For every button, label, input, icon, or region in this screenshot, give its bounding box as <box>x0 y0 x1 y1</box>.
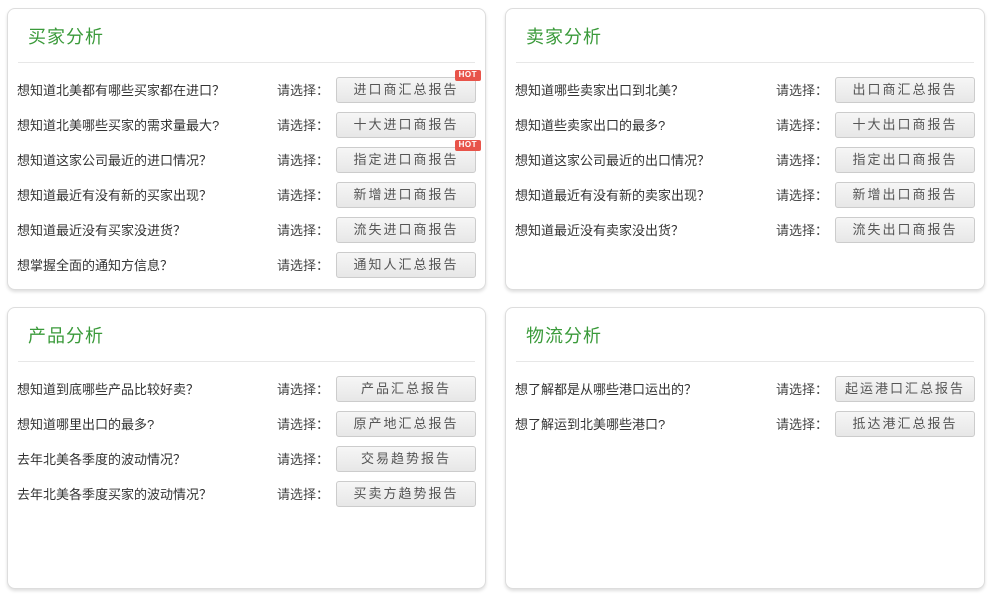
panel-title-product: 产品分析 <box>28 322 485 348</box>
please-select-label: 请选择： <box>776 150 828 169</box>
panel-seller: 卖家分析想知道哪些卖家出口到北美？请选择：出口商汇总报告想知道些卖家出口的最多?… <box>505 8 985 290</box>
hot-badge: HOT <box>455 70 481 81</box>
please-select-label: 请选择： <box>277 255 329 274</box>
report-row: 去年北美各季度买家的波动情况？请选择： 买卖方趋势报告 <box>17 476 476 511</box>
please-select-label: 请选择： <box>277 414 329 433</box>
question-text: 想知道哪里出口的最多? <box>17 414 277 433</box>
panel-divider <box>18 361 475 362</box>
report-row: 想了解都是从哪些港口运出的？请选择： 起运港口汇总报告 <box>515 371 975 406</box>
panel-logistics: 物流分析想了解都是从哪些港口运出的？请选择： 起运港口汇总报告想了解运到北美哪些港… <box>505 307 985 589</box>
report-button-buyer-1[interactable]: 十大进口商报告 <box>336 112 476 138</box>
please-select-label: 请选择： <box>277 80 329 99</box>
report-row: 想知道最近没有买家没进货？请选择： 流失进口商报告 <box>17 212 476 247</box>
report-button-seller-3[interactable]: 新增出口商报告 <box>835 182 975 208</box>
report-row: 想掌握全面的通知方信息？请选择： 通知人汇总报告 <box>17 247 476 282</box>
report-row: 想知道这家公司最近的出口情况？请选择： 指定出口商报告 <box>515 142 975 177</box>
report-button-product-3[interactable]: 买卖方趋势报告 <box>336 481 476 507</box>
report-row: 想知道最近有没有新的卖家出现？请选择： 新增出口商报告 <box>515 177 975 212</box>
report-button-seller-2[interactable]: 指定出口商报告 <box>835 147 975 173</box>
report-row-list: 想知道哪些卖家出口到北美？请选择：出口商汇总报告想知道些卖家出口的最多?请选择：… <box>515 72 975 247</box>
report-button-product-2[interactable]: 交易趋势报告 <box>336 446 476 472</box>
report-button-buyer-5[interactable]: 通知人汇总报告 <box>336 252 476 278</box>
question-text: 想了解都是从哪些港口运出的？ <box>515 379 776 398</box>
panel-product: 产品分析想知道到底哪些产品比较好卖？请选择：产品汇总报告想知道哪里出口的最多?请… <box>7 307 486 589</box>
panel-buyer: 买家分析想知道北美都有哪些买家都在进口？请选择：进口商汇总报告HOT想知道北美哪… <box>7 8 486 290</box>
report-row: 想知道北美都有哪些买家都在进口？请选择： 进口商汇总报告HOT <box>17 72 476 107</box>
report-row: 想知道最近有没有新的买家出现？请选择： 新增进口商报告 <box>17 177 476 212</box>
question-text: 想知道些卖家出口的最多? <box>515 115 776 134</box>
report-row: 去年北美各季度的波动情况？请选择： 交易趋势报告 <box>17 441 476 476</box>
report-button-seller-4[interactable]: 流失出口商报告 <box>835 217 975 243</box>
please-select-label: 请选择： <box>776 185 828 204</box>
panel-divider <box>516 361 974 362</box>
question-text: 想知道最近没有卖家没出货？ <box>515 220 776 239</box>
panel-title-buyer: 买家分析 <box>28 23 485 49</box>
question-text: 想知道最近有没有新的买家出现？ <box>17 185 277 204</box>
report-button-product-1[interactable]: 原产地汇总报告 <box>336 411 476 437</box>
question-text: 想知道最近没有买家没进货？ <box>17 220 277 239</box>
question-text: 想知道最近有没有新的卖家出现？ <box>515 185 776 204</box>
panel-title-seller: 卖家分析 <box>526 23 984 49</box>
report-button-logistics-1[interactable]: 抵达港汇总报告 <box>835 411 975 437</box>
report-row-list: 想了解都是从哪些港口运出的？请选择： 起运港口汇总报告想了解运到北美哪些港口?请选… <box>515 371 975 441</box>
panel-title-logistics: 物流分析 <box>526 322 984 348</box>
report-row: 想知道些卖家出口的最多?请选择： 十大出口商报告 <box>515 107 975 142</box>
please-select-label: 请选择： <box>277 185 329 204</box>
hot-badge: HOT <box>455 140 481 151</box>
please-select-label: 请选择： <box>776 115 828 134</box>
report-row: 想知道最近没有卖家没出货？请选择： 流失出口商报告 <box>515 212 975 247</box>
report-row-list: 想知道到底哪些产品比较好卖？请选择：产品汇总报告想知道哪里出口的最多?请选择：原… <box>17 371 476 511</box>
question-text: 去年北美各季度买家的波动情况？ <box>17 484 277 503</box>
report-button-buyer-2[interactable]: 指定进口商报告HOT <box>336 147 476 173</box>
please-select-label: 请选择： <box>277 379 329 398</box>
please-select-label: 请选择： <box>776 414 828 433</box>
please-select-label: 请选择： <box>277 115 329 134</box>
report-button-buyer-4[interactable]: 流失进口商报告 <box>336 217 476 243</box>
report-row: 想知道哪里出口的最多?请选择： 原产地汇总报告 <box>17 406 476 441</box>
question-text: 想知道北美都有哪些买家都在进口？ <box>17 80 277 99</box>
question-text: 去年北美各季度的波动情况？ <box>17 449 277 468</box>
report-row: 想知道这家公司最近的进口情况？请选择： 指定进口商报告HOT <box>17 142 476 177</box>
report-row-list: 想知道北美都有哪些买家都在进口？请选择：进口商汇总报告HOT想知道北美哪些买家的… <box>17 72 476 282</box>
report-row: 想知道北美哪些买家的需求量最大?请选择： 十大进口商报告 <box>17 107 476 142</box>
please-select-label: 请选择： <box>776 220 828 239</box>
question-text: 想知道北美哪些买家的需求量最大? <box>17 115 277 134</box>
report-button-buyer-3[interactable]: 新增进口商报告 <box>336 182 476 208</box>
please-select-label: 请选择： <box>776 80 828 99</box>
question-text: 想知道哪些卖家出口到北美？ <box>515 80 776 99</box>
report-row: 想知道哪些卖家出口到北美？请选择： 出口商汇总报告 <box>515 72 975 107</box>
question-text: 想知道这家公司最近的出口情况？ <box>515 150 776 169</box>
please-select-label: 请选择： <box>776 379 828 398</box>
question-text: 想知道这家公司最近的进口情况？ <box>17 150 277 169</box>
question-text: 想掌握全面的通知方信息？ <box>17 255 277 274</box>
report-button-logistics-0[interactable]: 起运港口汇总报告 <box>835 376 975 402</box>
report-button-seller-1[interactable]: 十大出口商报告 <box>835 112 975 138</box>
panel-divider <box>516 62 974 63</box>
report-button-buyer-0[interactable]: 进口商汇总报告HOT <box>336 77 476 103</box>
report-button-product-0[interactable]: 产品汇总报告 <box>336 376 476 402</box>
please-select-label: 请选择： <box>277 220 329 239</box>
analysis-grid: 买家分析想知道北美都有哪些买家都在进口？请选择：进口商汇总报告HOT想知道北美哪… <box>0 0 998 598</box>
please-select-label: 请选择： <box>277 484 329 503</box>
panel-divider <box>18 62 475 63</box>
question-text: 想知道到底哪些产品比较好卖？ <box>17 379 277 398</box>
report-row: 想了解运到北美哪些港口?请选择： 抵达港汇总报告 <box>515 406 975 441</box>
report-row: 想知道到底哪些产品比较好卖？请选择： 产品汇总报告 <box>17 371 476 406</box>
please-select-label: 请选择： <box>277 150 329 169</box>
please-select-label: 请选择： <box>277 449 329 468</box>
report-button-seller-0[interactable]: 出口商汇总报告 <box>835 77 975 103</box>
question-text: 想了解运到北美哪些港口? <box>515 414 776 433</box>
